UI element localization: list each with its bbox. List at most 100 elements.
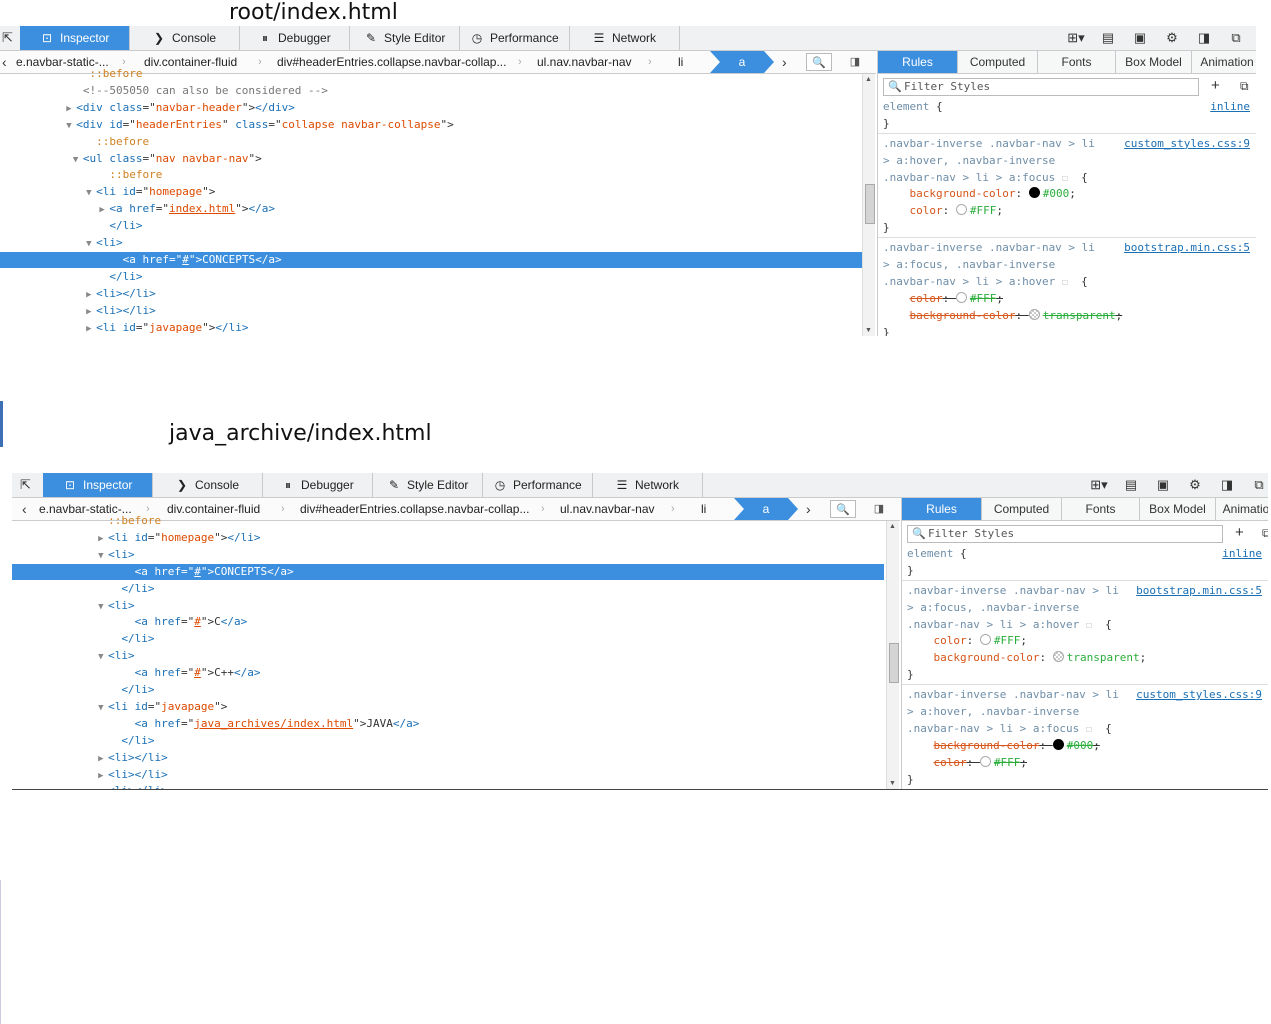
markup-node[interactable]: ▼ <li> — [0, 235, 862, 251]
tab-debugger[interactable]: ⏸ Debugger — [240, 26, 350, 50]
tab-network[interactable]: ☰ Network — [570, 26, 680, 50]
color-swatch-icon[interactable] — [979, 755, 991, 767]
markup-node[interactable]: ▶<li></li> — [12, 750, 884, 766]
expand-triangle-icon[interactable]: ▶ — [99, 202, 109, 218]
markup-node[interactable]: ▶ <div class="navbar-header"></div> — [0, 100, 862, 116]
markup-node[interactable]: ::before — [0, 167, 862, 183]
color-swatch-icon[interactable] — [1052, 738, 1064, 750]
dock-side-icon[interactable]: ◨ — [1211, 477, 1243, 493]
dock-side-icon[interactable]: ◨ — [1188, 30, 1220, 46]
tab-inspector[interactable]: ⊡ Inspector — [20, 26, 130, 50]
markup-scrollbar[interactable]: ▲ ▼ — [886, 521, 899, 789]
screenshot-icon[interactable]: ▣ — [1124, 30, 1156, 46]
tab-fonts[interactable]: Fonts — [1062, 498, 1140, 520]
tab-computed[interactable]: Computed — [982, 498, 1062, 520]
color-swatch-icon[interactable] — [979, 634, 991, 646]
expand-triangle-icon[interactable]: ▶ — [98, 768, 108, 784]
undock-window-icon[interactable]: ⧉ — [1220, 30, 1252, 46]
collapse-triangle-icon[interactable]: ▼ — [73, 152, 83, 168]
expand-triangle-icon[interactable]: ▶ — [98, 751, 108, 767]
collapse-triangle-icon[interactable]: ▼ — [66, 118, 76, 134]
tab-fonts[interactable]: Fonts — [1038, 51, 1116, 73]
scrollbar-thumb[interactable] — [889, 643, 899, 683]
markup-node[interactable]: <a href="java_archives/index.html">JAVA<… — [12, 716, 884, 732]
markup-node[interactable]: ▼ <li> — [12, 547, 884, 563]
markup-node[interactable]: </li> — [12, 733, 884, 749]
tab-style-editor[interactable]: ✎ Style Editor — [350, 26, 460, 50]
markup-node[interactable]: <!--505050 can also be considered --> — [0, 83, 862, 99]
markup-node[interactable]: ▼ <li id="javapage"> — [12, 699, 884, 715]
collapse-triangle-icon[interactable]: ▼ — [86, 236, 96, 252]
scroll-up-arrow-icon[interactable]: ▲ — [865, 76, 872, 83]
tab-inspector[interactable]: ⊡ Inspector — [43, 473, 153, 497]
settings-gear-icon[interactable]: ⚙ — [1179, 477, 1211, 493]
filter-styles-input[interactable]: 🔍 Filter Styles — [883, 78, 1199, 96]
toggle-pseudo-classes-icon[interactable]: ⧉ — [1240, 79, 1249, 94]
markup-node[interactable]: </li> — [0, 269, 862, 285]
tab-performance[interactable]: ◷ Performance — [483, 473, 593, 497]
toggle-pseudo-classes-icon[interactable]: ⧉ — [1262, 526, 1268, 541]
scroll-down-arrow-icon[interactable]: ▼ — [889, 780, 896, 787]
tab-network[interactable]: ☰ Network — [593, 473, 703, 497]
tab-box-model[interactable]: Box Model — [1140, 498, 1216, 520]
expand-triangle-icon[interactable]: ▶ — [66, 101, 76, 117]
markup-node[interactable]: ▼ <li> — [12, 648, 884, 664]
color-swatch-icon[interactable] — [955, 291, 967, 303]
tab-debugger[interactable]: ⏸ Debugger — [263, 473, 373, 497]
scroll-down-arrow-icon[interactable]: ▼ — [865, 327, 872, 334]
markup-node[interactable]: ::before — [12, 513, 884, 529]
undock-window-icon[interactable]: ⧉ — [1243, 477, 1268, 493]
add-rule-icon[interactable]: + — [1235, 524, 1244, 541]
markup-node-selected[interactable]: <a href="#">CONCEPTS</a> — [12, 563, 884, 580]
collapse-triangle-icon[interactable]: ▼ — [98, 649, 108, 665]
markup-node[interactable]: ▶<li></li> — [0, 286, 862, 302]
markup-node[interactable]: ▼ <li> — [12, 598, 884, 614]
element-picker-icon[interactable]: ⇱ — [2, 30, 16, 46]
color-swatch-icon[interactable] — [1028, 187, 1040, 199]
markup-node[interactable]: ▼ <li id="homepage"> — [0, 184, 862, 200]
markup-node[interactable]: </li> — [12, 682, 884, 698]
tab-style-editor[interactable]: ✎ Style Editor — [373, 473, 483, 497]
markup-node[interactable]: </li> — [12, 631, 884, 647]
filter-styles-input[interactable]: 🔍 Filter Styles — [907, 525, 1223, 543]
markup-node[interactable]: ▶ <li id="javapage"></li> — [0, 320, 862, 336]
tab-console[interactable]: ❯ Console — [130, 26, 240, 50]
collapse-triangle-icon[interactable]: ▼ — [98, 700, 108, 716]
tab-animations[interactable]: Animation — [1192, 51, 1256, 73]
markup-node[interactable]: ▶ <a href="index.html"></a> — [0, 201, 862, 217]
tab-rules[interactable]: Rules — [902, 498, 982, 520]
markup-node[interactable]: </li> — [0, 218, 862, 234]
split-console-icon[interactable]: ▤ — [1115, 477, 1147, 493]
color-swatch-icon[interactable] — [1028, 308, 1040, 320]
markup-scrollbar[interactable]: ▲ ▼ — [862, 74, 875, 336]
tab-rules[interactable]: Rules — [878, 51, 958, 73]
markup-node[interactable]: <a href="#">C++</a> — [12, 665, 884, 681]
markup-node-selected[interactable]: <a href="#">CONCEPTS</a> — [0, 251, 862, 268]
markup-node[interactable]: ▼ <ul class="nav navbar-nav"> — [0, 151, 862, 167]
rule-source-link[interactable]: bootstrap.min.css:5 — [1136, 582, 1262, 599]
add-rule-icon[interactable]: + — [1211, 77, 1220, 94]
rule-source-link[interactable]: custom_styles.css:9 — [1136, 686, 1262, 703]
markup-node[interactable]: ▶<li></li> — [0, 303, 862, 319]
markup-node[interactable]: ▼ <div id="headerEntries" class="collapse… — [0, 117, 862, 133]
settings-gear-icon[interactable]: ⚙ — [1156, 30, 1188, 46]
split-console-icon[interactable]: ▤ — [1092, 30, 1124, 46]
tab-performance[interactable]: ◷ Performance — [460, 26, 570, 50]
tab-computed[interactable]: Computed — [958, 51, 1038, 73]
rule-source-link[interactable]: custom_styles.css:9 — [1124, 135, 1250, 152]
scrollbar-thumb[interactable] — [865, 184, 875, 224]
rule-source-link[interactable]: inline — [1210, 98, 1250, 115]
expand-triangle-icon[interactable]: ▶ — [86, 287, 96, 303]
expand-triangle-icon[interactable]: ▶ — [86, 304, 96, 320]
tab-box-model[interactable]: Box Model — [1116, 51, 1192, 73]
scroll-up-arrow-icon[interactable]: ▲ — [889, 523, 896, 530]
markup-node[interactable]: ▶ <li id="homepage"></li> — [12, 530, 884, 546]
element-picker-icon[interactable]: ⇱ — [20, 477, 34, 493]
markup-node[interactable]: ▶<li></li> — [12, 767, 884, 783]
rule-source-link[interactable]: inline — [1222, 545, 1262, 562]
color-swatch-icon[interactable] — [1052, 651, 1064, 663]
rule-source-link[interactable]: bootstrap.min.css:5 — [1124, 239, 1250, 256]
collapse-triangle-icon[interactable]: ▼ — [98, 548, 108, 564]
expand-triangle-icon[interactable]: ▶ — [98, 531, 108, 547]
tab-console[interactable]: ❯ Console — [153, 473, 263, 497]
